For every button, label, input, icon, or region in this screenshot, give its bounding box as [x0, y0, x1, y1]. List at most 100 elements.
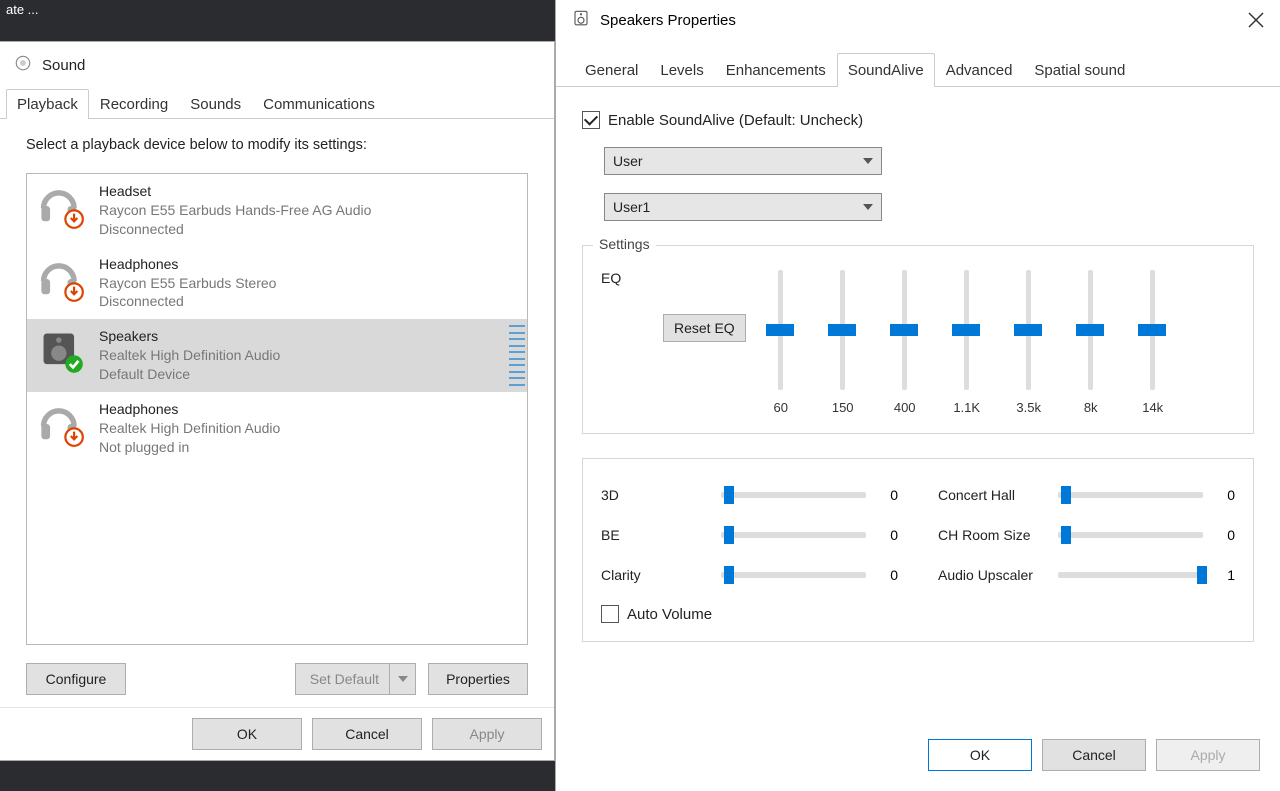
effects-fieldset: 3D0Concert Hall0BE0CH Room Size0Clarity0… [582, 458, 1254, 642]
enable-soundalive-label: Enable SoundAlive (Default: Uncheck) [608, 112, 863, 129]
effect-value: 0 [878, 567, 898, 583]
ok-button[interactable]: OK [192, 718, 302, 750]
reset-eq-button[interactable]: Reset EQ [663, 314, 746, 342]
eq-band-label: 60 [773, 400, 787, 415]
apply-button[interactable]: Apply [432, 718, 542, 750]
eq-band-label: 400 [894, 400, 916, 415]
background-window-titlebar: ate ... [0, 0, 555, 41]
properties-button[interactable]: Properties [428, 663, 528, 695]
effect-3d: 3D 0 [601, 487, 898, 503]
eq-slider-60[interactable]: 60 [764, 270, 798, 415]
effect-value: 0 [1215, 487, 1235, 503]
slider-thumb[interactable] [1138, 324, 1166, 336]
tab-levels[interactable]: Levels [649, 53, 714, 87]
speakers-properties-window: Speakers Properties GeneralLevelsEnhance… [555, 0, 1280, 791]
device-description: Raycon E55 Earbuds Hands-Free AG Audio [99, 201, 371, 220]
tab-communications[interactable]: Communications [252, 89, 386, 119]
device-list[interactable]: HeadsetRaycon E55 Earbuds Hands-Free AG … [26, 173, 528, 645]
preset-combo-1[interactable]: User [604, 147, 882, 175]
effect-label: Audio Upscaler [938, 567, 1046, 583]
tab-soundalive[interactable]: SoundAlive [837, 53, 935, 87]
level-meter [507, 319, 527, 392]
tab-recording[interactable]: Recording [89, 89, 179, 119]
enable-soundalive-checkbox[interactable] [582, 111, 600, 129]
cancel-button[interactable]: Cancel [312, 718, 422, 750]
device-status: Disconnected [99, 292, 276, 311]
effect-slider[interactable] [1058, 532, 1203, 538]
effect-concert-hall: Concert Hall 0 [938, 487, 1235, 503]
device-row[interactable]: HeadphonesRaycon E55 Earbuds StereoDisco… [27, 247, 527, 320]
effect-slider[interactable] [721, 572, 866, 578]
sound-window: Sound PlaybackRecordingSoundsCommunicati… [0, 41, 555, 761]
eq-band-label: 1.1K [953, 400, 980, 415]
eq-band-label: 150 [832, 400, 854, 415]
effect-label: CH Room Size [938, 527, 1046, 543]
eq-slider-3.5k[interactable]: 3.5k [1012, 270, 1046, 415]
effect-value: 0 [878, 527, 898, 543]
chevron-down-icon[interactable] [389, 664, 415, 694]
speaker-icon [572, 9, 590, 31]
eq-slider-14k[interactable]: 14k [1136, 270, 1170, 415]
chevron-down-icon [863, 204, 873, 210]
slider-thumb[interactable] [828, 324, 856, 336]
effect-slider[interactable] [721, 532, 866, 538]
slider-thumb[interactable] [1076, 324, 1104, 336]
device-name: Headphones [99, 400, 280, 419]
slider-thumb[interactable] [724, 486, 734, 504]
tab-sounds[interactable]: Sounds [179, 89, 252, 119]
eq-slider-1.1K[interactable]: 1.1K [950, 270, 984, 415]
eq-band-label: 3.5k [1016, 400, 1041, 415]
sound-title-text: Sound [42, 57, 85, 74]
auto-volume-label: Auto Volume [627, 606, 712, 623]
eq-slider-8k[interactable]: 8k [1074, 270, 1108, 415]
slider-thumb[interactable] [1061, 526, 1071, 544]
device-row[interactable]: SpeakersRealtek High Definition AudioDef… [27, 319, 527, 392]
eq-band-label: 14k [1142, 400, 1163, 415]
device-row[interactable]: HeadphonesRealtek High Definition AudioN… [27, 392, 527, 465]
effect-slider[interactable] [1058, 572, 1203, 578]
eq-label: EQ [601, 270, 641, 286]
effect-value: 0 [1215, 527, 1235, 543]
effect-value: 0 [878, 487, 898, 503]
slider-thumb[interactable] [952, 324, 980, 336]
cancel-button[interactable]: Cancel [1042, 739, 1146, 771]
headset-icon [37, 182, 85, 230]
tab-enhancements[interactable]: Enhancements [715, 53, 837, 87]
device-name: Headphones [99, 255, 276, 274]
slider-thumb[interactable] [1014, 324, 1042, 336]
set-default-button[interactable]: Set Default [295, 663, 416, 695]
device-row[interactable]: HeadsetRaycon E55 Earbuds Hands-Free AG … [27, 174, 527, 247]
slider-thumb[interactable] [724, 566, 734, 584]
slider-thumb[interactable] [890, 324, 918, 336]
tab-playback[interactable]: Playback [6, 89, 89, 119]
device-name: Speakers [99, 327, 280, 346]
close-icon[interactable] [1248, 12, 1264, 28]
slider-thumb[interactable] [724, 526, 734, 544]
properties-tabs: GeneralLevelsEnhancementsSoundAliveAdvan… [556, 40, 1280, 87]
tab-advanced[interactable]: Advanced [935, 53, 1024, 87]
effect-ch-room-size: CH Room Size 0 [938, 527, 1235, 543]
effect-slider[interactable] [1058, 492, 1203, 498]
eq-slider-400[interactable]: 400 [888, 270, 922, 415]
preset-combo-2[interactable]: User1 [604, 193, 882, 221]
effect-value: 1 [1215, 567, 1235, 583]
tab-spatial-sound[interactable]: Spatial sound [1023, 53, 1136, 87]
effect-label: 3D [601, 487, 709, 503]
ok-button[interactable]: OK [928, 739, 1032, 771]
slider-thumb[interactable] [1061, 486, 1071, 504]
tab-general[interactable]: General [574, 53, 649, 87]
device-status: Disconnected [99, 220, 371, 239]
effect-slider[interactable] [721, 492, 866, 498]
device-description: Realtek High Definition Audio [99, 419, 280, 438]
apply-button[interactable]: Apply [1156, 739, 1260, 771]
headphones-icon [37, 255, 85, 303]
properties-title-text: Speakers Properties [600, 12, 736, 29]
auto-volume-checkbox[interactable] [601, 605, 619, 623]
eq-slider-150[interactable]: 150 [826, 270, 860, 415]
slider-thumb[interactable] [1197, 566, 1207, 584]
slider-thumb[interactable] [766, 324, 794, 336]
chevron-down-icon [863, 158, 873, 164]
effect-label: Concert Hall [938, 487, 1046, 503]
device-description: Realtek High Definition Audio [99, 346, 280, 365]
configure-button[interactable]: Configure [26, 663, 126, 695]
